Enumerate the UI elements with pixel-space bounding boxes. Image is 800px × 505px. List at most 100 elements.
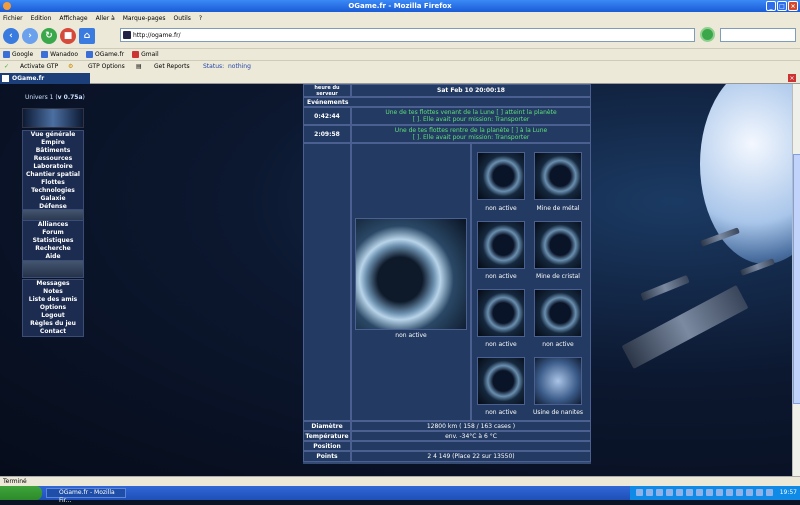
- tray-icon[interactable]: [676, 489, 683, 496]
- main-planet-image[interactable]: [355, 218, 467, 330]
- tray-icon[interactable]: [686, 489, 693, 496]
- menu-messages[interactable]: Messages: [23, 280, 83, 288]
- bookmark-ogame[interactable]: OGame.fr: [86, 51, 124, 58]
- menu-laboratoire[interactable]: Laboratoire: [23, 163, 83, 171]
- planet-label[interactable]: Mine de cristal: [528, 273, 588, 280]
- minimize-button[interactable]: _: [766, 1, 776, 11]
- tray-icon[interactable]: [736, 489, 743, 496]
- gtp-toolbar: ✓ Activate GTP ⚙ GTP Options ▤ Get Repor…: [0, 60, 800, 72]
- menu-alliances[interactable]: Alliances: [23, 221, 83, 229]
- menu-separator-image: [22, 260, 84, 278]
- menu-affichage[interactable]: Affichage: [59, 15, 87, 22]
- spaceship-image-small: [640, 274, 690, 302]
- tray-icon[interactable]: [756, 489, 763, 496]
- gtp-options-icon: ⚙: [68, 63, 74, 70]
- close-button[interactable]: ×: [788, 1, 798, 11]
- menu-contact[interactable]: Contact: [23, 328, 83, 336]
- tray-icon[interactable]: [696, 489, 703, 496]
- forward-icon[interactable]: ›: [22, 28, 38, 44]
- bookmark-google[interactable]: Google: [3, 51, 33, 58]
- planet-image[interactable]: [534, 152, 582, 200]
- tab-ogame[interactable]: OGame.fr: [0, 73, 90, 84]
- planet-label[interactable]: non active: [471, 273, 531, 280]
- gtp-status-value: nothing: [228, 63, 251, 70]
- menu-batiments[interactable]: Bâtiments: [23, 147, 83, 155]
- maximize-button[interactable]: □: [777, 1, 787, 11]
- back-icon[interactable]: ‹: [3, 28, 19, 44]
- planet-image[interactable]: [534, 357, 582, 405]
- planet-label[interactable]: Usine de nanites: [528, 409, 588, 416]
- tray-icon[interactable]: [726, 489, 733, 496]
- menu-regles[interactable]: Règles du jeu: [23, 320, 83, 328]
- planet-image[interactable]: [477, 152, 525, 200]
- planet-label[interactable]: non active: [471, 409, 531, 416]
- ogame-icon: [86, 51, 94, 58]
- vertical-scrollbar[interactable]: [792, 84, 800, 476]
- tray-icon[interactable]: [646, 489, 653, 496]
- menu-edition[interactable]: Edition: [31, 15, 52, 22]
- tray-icon[interactable]: [706, 489, 713, 496]
- left-menu-primary: Vue générale Empire Bâtiments Ressources…: [22, 130, 84, 212]
- planet-image[interactable]: [477, 357, 525, 405]
- menu-chantier-spatial[interactable]: Chantier spatial: [23, 171, 83, 179]
- planet-label[interactable]: non active: [471, 341, 531, 348]
- activate-gtp-button[interactable]: Activate GTP: [20, 63, 58, 70]
- menu-aller[interactable]: Aller à: [96, 15, 115, 22]
- menu-options[interactable]: Options: [23, 304, 83, 312]
- checkmark-icon: ✓: [4, 63, 10, 70]
- tray-icon[interactable]: [716, 489, 723, 496]
- spaceship-image: [621, 285, 749, 369]
- menu-galaxie[interactable]: Galaxie: [23, 195, 83, 203]
- planet-image[interactable]: [477, 289, 525, 337]
- scrollbar-thumb[interactable]: [793, 154, 800, 404]
- bookmark-gmail[interactable]: Gmail: [132, 51, 159, 58]
- tray-icon[interactable]: [766, 489, 773, 496]
- page-content: Univers 1 (v 0.75a) Vue générale Empire …: [0, 84, 792, 476]
- home-icon[interactable]: ⌂: [79, 28, 95, 44]
- menu-fichier[interactable]: Fichier: [3, 15, 23, 22]
- menu-liste-amis[interactable]: Liste des amis: [23, 296, 83, 304]
- tray-icon[interactable]: [666, 489, 673, 496]
- gtp-options-button[interactable]: GTP Options: [88, 63, 125, 70]
- get-reports-button[interactable]: Get Reports: [154, 63, 190, 70]
- menu-help[interactable]: ?: [199, 15, 202, 22]
- clock[interactable]: 19:57: [780, 489, 797, 496]
- tray-icon[interactable]: [636, 489, 643, 496]
- menu-empire[interactable]: Empire: [23, 139, 83, 147]
- search-input[interactable]: [720, 28, 796, 42]
- start-button[interactable]: [0, 486, 42, 500]
- menu-notes[interactable]: Notes: [23, 288, 83, 296]
- position-label: Position: [303, 441, 351, 451]
- temperature-label: Température: [303, 431, 351, 441]
- event-description: Une de tes flottes rentre de la planète …: [351, 125, 591, 143]
- events-header: Evénements: [303, 97, 591, 107]
- planet-label[interactable]: non active: [471, 205, 531, 212]
- planet-image[interactable]: [534, 221, 582, 269]
- menu-recherche[interactable]: Recherche: [23, 245, 83, 253]
- menu-marque-pages[interactable]: Marque-pages: [123, 15, 166, 22]
- go-button[interactable]: [700, 27, 715, 42]
- menu-ressources[interactable]: Ressources: [23, 155, 83, 163]
- planet-label[interactable]: Mine de métal: [528, 205, 588, 212]
- close-tab-icon[interactable]: ×: [788, 74, 796, 82]
- planet-image[interactable]: [477, 221, 525, 269]
- menu-flottes[interactable]: Flottes: [23, 179, 83, 187]
- address-bar[interactable]: http://ogame.fr/: [120, 28, 695, 42]
- planet-label[interactable]: non active: [528, 341, 588, 348]
- planet-image[interactable]: [534, 289, 582, 337]
- tray-icon[interactable]: [656, 489, 663, 496]
- menu-forum[interactable]: Forum: [23, 229, 83, 237]
- reload-icon[interactable]: ↻: [41, 28, 57, 44]
- menu-statistiques[interactable]: Statistiques: [23, 237, 83, 245]
- bookmark-wanadoo[interactable]: Wanadoo: [41, 51, 78, 58]
- taskbar-firefox-button[interactable]: OGame.fr - Mozilla Fir...: [46, 488, 126, 504]
- points-label: Points: [303, 451, 351, 462]
- event-time: 0:42:44: [303, 107, 351, 125]
- menu-outils[interactable]: Outils: [174, 15, 191, 22]
- menu-vue-generale[interactable]: Vue générale: [23, 131, 83, 139]
- menu-logout[interactable]: Logout: [23, 312, 83, 320]
- tray-icon[interactable]: [746, 489, 753, 496]
- stop-icon[interactable]: ■: [60, 28, 76, 44]
- menu-technologies[interactable]: Technologies: [23, 187, 83, 195]
- wanadoo-icon: [41, 51, 49, 58]
